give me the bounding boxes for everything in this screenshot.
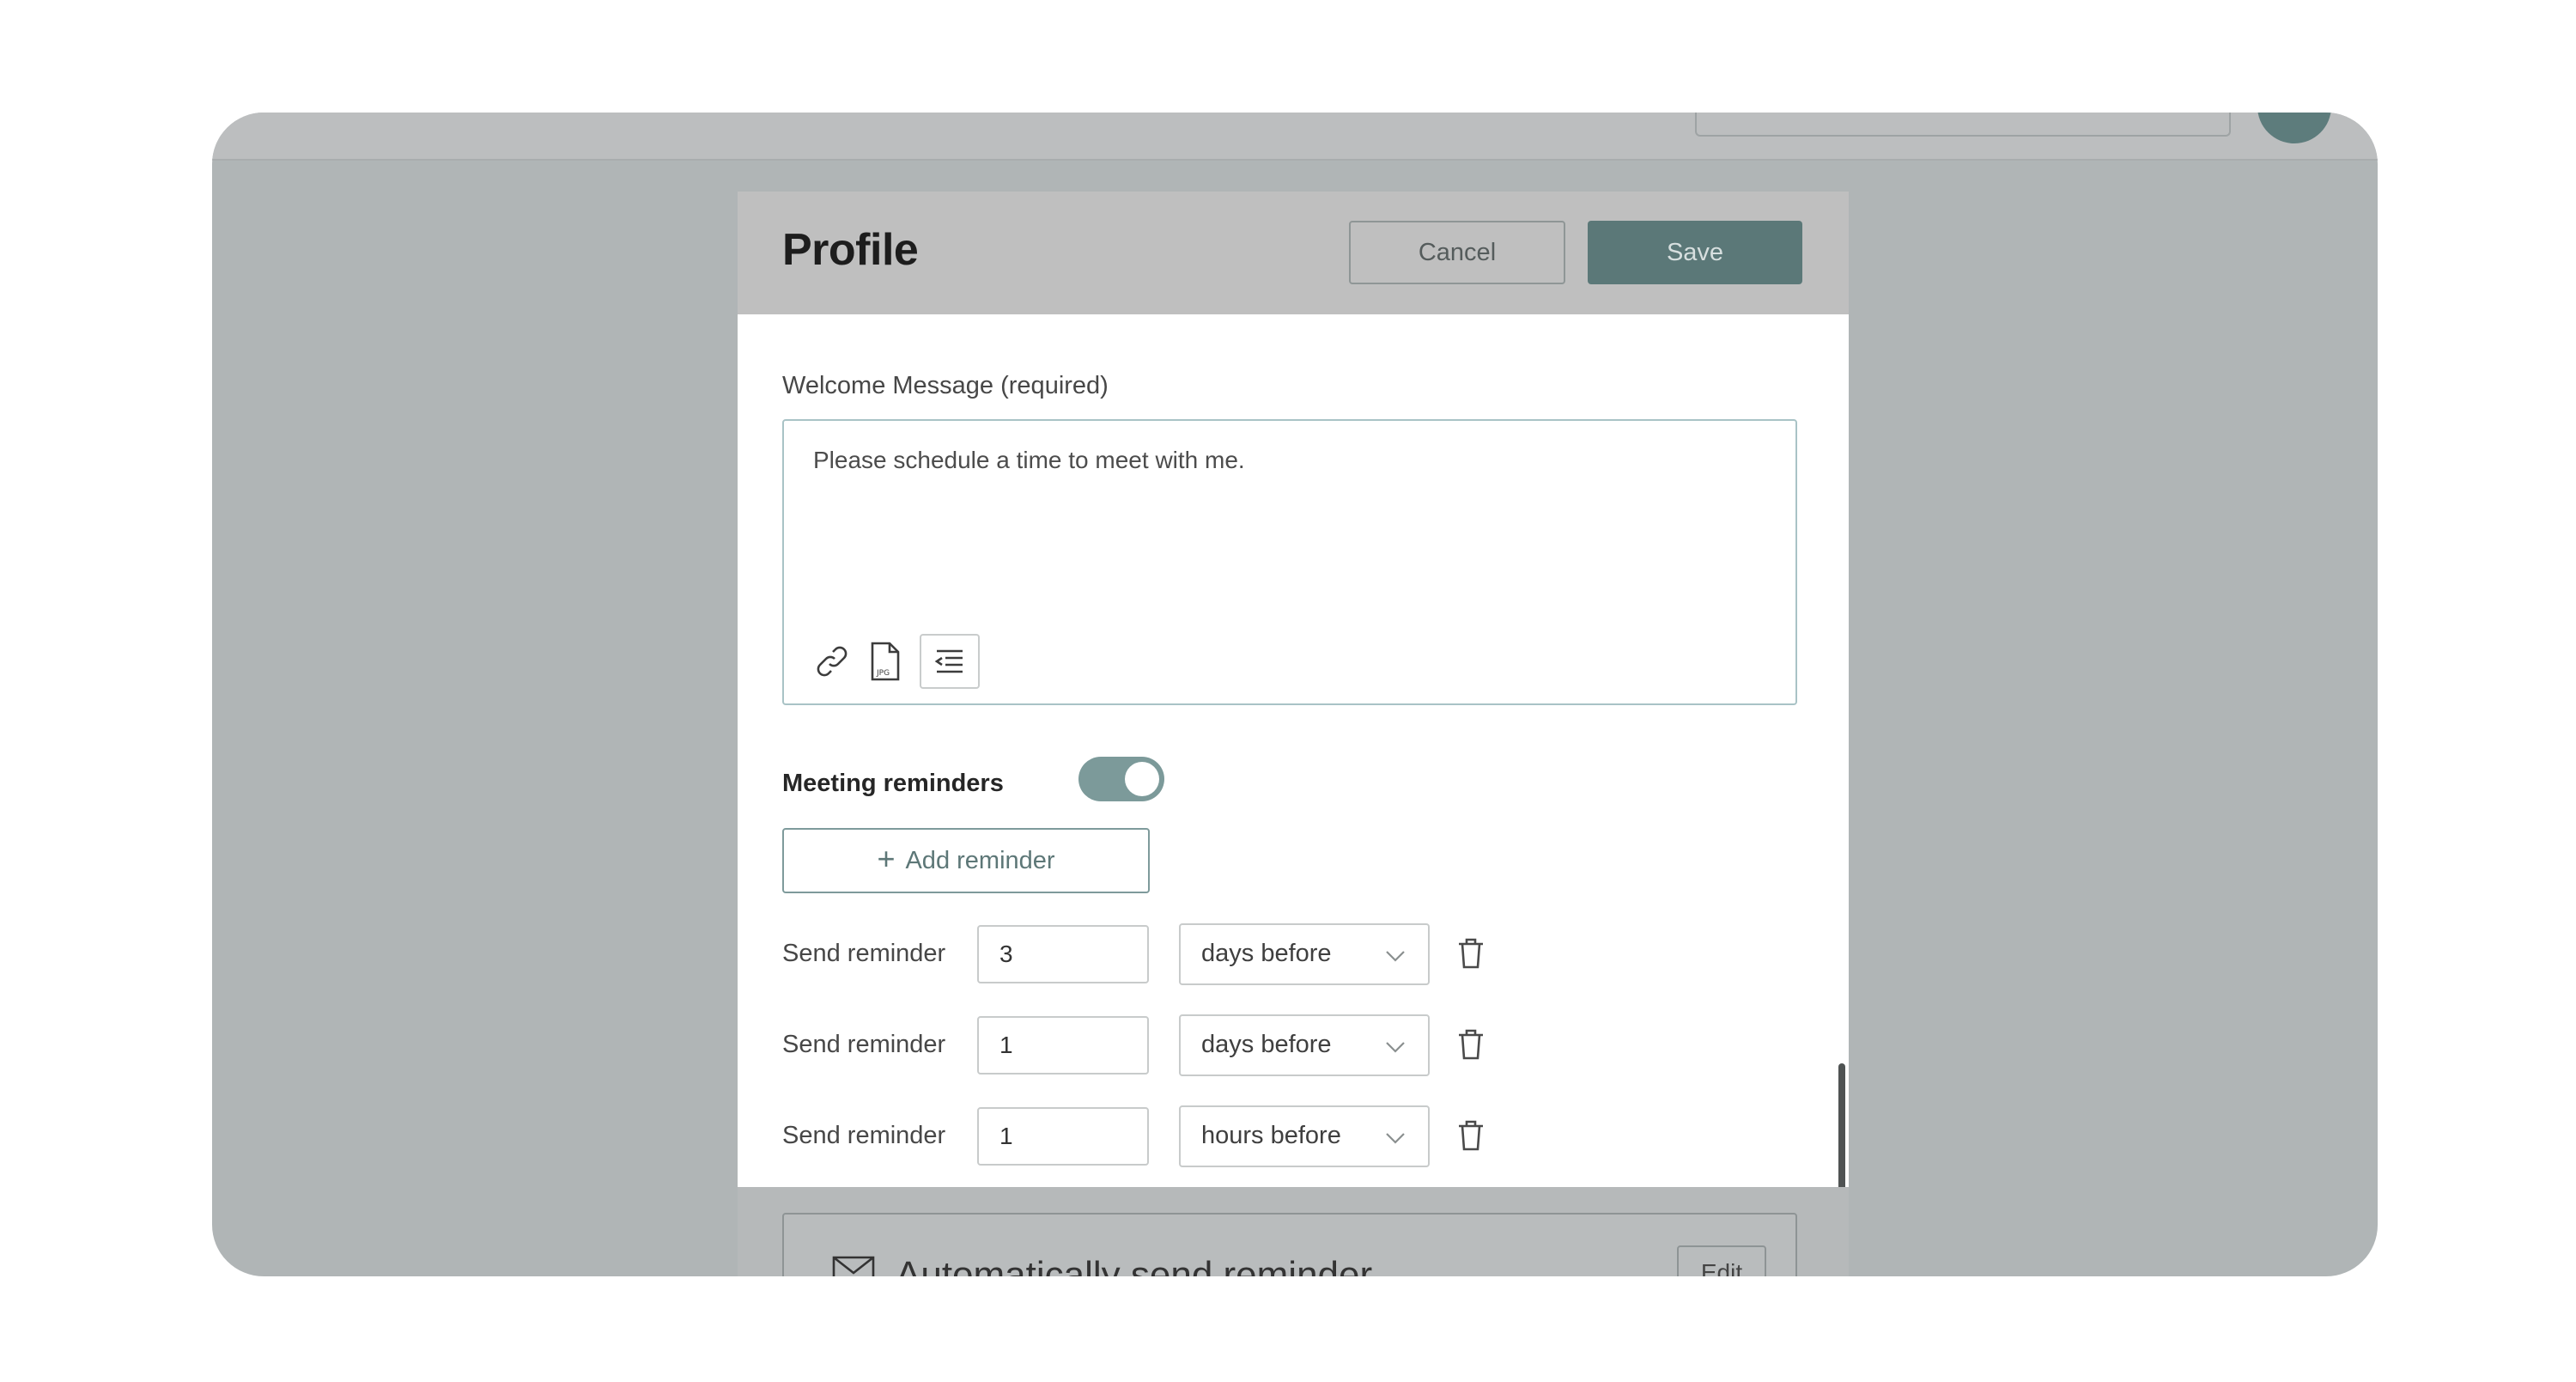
add-reminder-label: Add reminder (905, 846, 1055, 874)
reminder-row: Send reminder 1 hours before (782, 1105, 1555, 1169)
link-icon[interactable] (811, 638, 853, 685)
reminder-unit-value: days before (1201, 1031, 1332, 1058)
add-reminder-button[interactable]: + Add reminder (782, 828, 1150, 893)
profile-modal: Profile Cancel Save Welcome Message (req… (738, 192, 1849, 1308)
reminder-unit-select[interactable]: hours before (1179, 1105, 1430, 1167)
search-input[interactable] (1695, 113, 2231, 137)
welcome-message-label: Welcome Message (required) (782, 372, 1109, 399)
reminder-amount-input[interactable]: 3 (977, 925, 1149, 983)
trash-icon[interactable] (1457, 937, 1485, 974)
reminder-unit-select[interactable]: days before (1179, 1014, 1430, 1076)
reminder-unit-value: hours before (1201, 1122, 1341, 1149)
edit-button[interactable]: Edit (1677, 1245, 1766, 1276)
toggle-knob (1125, 762, 1159, 796)
outdent-icon[interactable] (920, 634, 980, 689)
envelope-icon (832, 1256, 875, 1276)
meeting-reminders-toggle[interactable] (1078, 757, 1164, 801)
page-title: Profile (782, 225, 919, 275)
welcome-message-textarea[interactable]: Please schedule a time to meet with me. … (782, 419, 1797, 705)
modal-header: Profile Cancel Save (738, 192, 1849, 314)
chevron-down-icon (1385, 1037, 1406, 1062)
trash-icon[interactable] (1457, 1028, 1485, 1065)
plus-icon: + (877, 841, 896, 876)
avatar[interactable] (2257, 113, 2331, 143)
trash-icon[interactable] (1457, 1119, 1485, 1156)
auto-send-label: Automatically send reminder (896, 1254, 1373, 1276)
scrollbar[interactable] (1838, 1063, 1845, 1208)
chevron-down-icon (1385, 946, 1406, 971)
auto-send-card: Automatically send reminder Edit (782, 1213, 1797, 1276)
reminder-amount-input[interactable]: 1 (977, 1107, 1149, 1166)
reminder-unit-value: days before (1201, 940, 1332, 967)
reminder-row: Send reminder 3 days before (782, 923, 1555, 987)
editor-toolbar: JPG (811, 634, 980, 689)
reminder-row: Send reminder 1 days before (782, 1014, 1555, 1078)
cancel-button[interactable]: Cancel (1349, 221, 1565, 284)
svg-text:JPG: JPG (876, 669, 890, 678)
jpg-file-icon[interactable]: JPG (865, 638, 906, 685)
reminder-label: Send reminder (782, 1031, 946, 1058)
chevron-down-icon (1385, 1128, 1406, 1153)
reminder-label: Send reminder (782, 1122, 946, 1149)
save-button[interactable]: Save (1588, 221, 1802, 284)
reminder-unit-select[interactable]: days before (1179, 923, 1430, 985)
reminder-amount-input[interactable]: 1 (977, 1016, 1149, 1075)
reminder-label: Send reminder (782, 940, 946, 967)
meeting-reminders-label: Meeting reminders (782, 770, 1004, 797)
auto-send-panel: Automatically send reminder Edit (738, 1187, 1849, 1276)
welcome-message-text: Please schedule a time to meet with me. (813, 447, 1245, 473)
top-bar (212, 113, 2378, 161)
